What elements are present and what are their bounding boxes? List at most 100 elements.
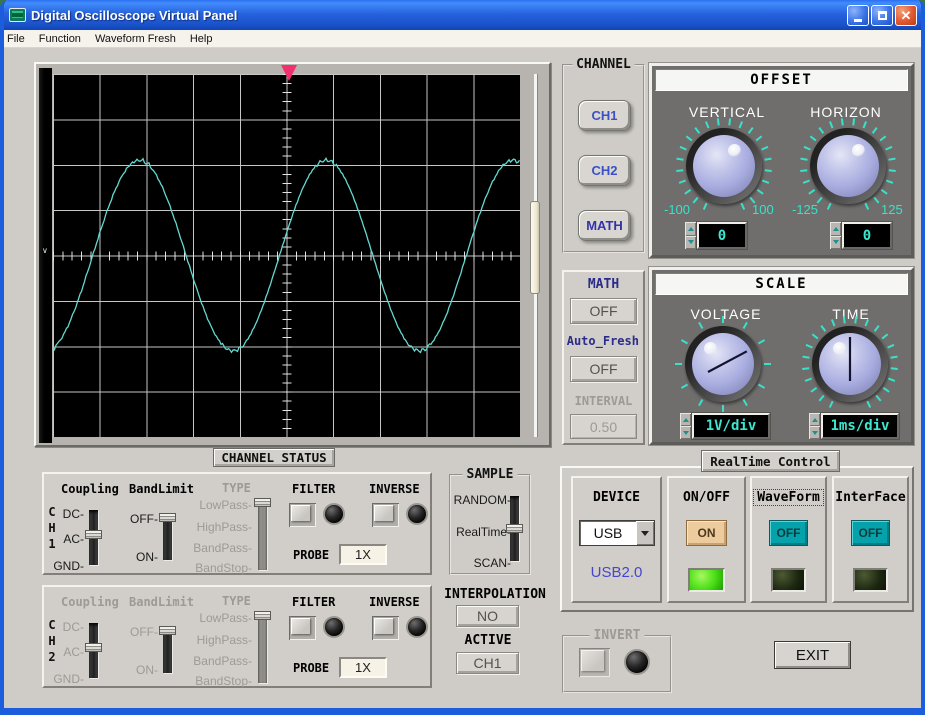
type-slider-track <box>258 613 267 683</box>
interface-led <box>853 568 888 592</box>
menu-file[interactable]: File <box>0 33 32 45</box>
spin-up-icon[interactable] <box>830 222 841 236</box>
highpass-label: HighPass- <box>197 633 252 647</box>
filter-label: FILTER <box>292 595 335 609</box>
math-off-button[interactable]: OFF <box>570 298 637 324</box>
probe-value[interactable]: 1X <box>339 544 387 565</box>
horizon-offset-knob[interactable] <box>798 116 898 216</box>
scope-left-scrollbar[interactable]: ∨ <box>39 68 52 443</box>
invert-led <box>626 651 648 673</box>
offset-panel: OFFSET VERTICAL HORIZON -100 100 -125 12… <box>649 63 914 258</box>
time-scale-knob[interactable] <box>800 314 900 414</box>
filter-led <box>325 505 343 523</box>
dropdown-arrow-button[interactable] <box>636 521 654 545</box>
active-label: ACTIVE <box>438 633 538 648</box>
sample-slider-thumb[interactable] <box>506 524 523 533</box>
auto-fresh-off-button[interactable]: OFF <box>570 356 637 382</box>
chevron-down-icon <box>641 531 649 536</box>
scope-scrollbar-thumb[interactable] <box>530 201 540 294</box>
spin-up-icon[interactable] <box>809 413 820 426</box>
voltage-scale-value: 1V/div <box>692 413 770 439</box>
vertical-offset-knob[interactable] <box>674 116 774 216</box>
spin-down-icon[interactable] <box>685 236 696 250</box>
active-value-button[interactable]: CH1 <box>456 652 519 674</box>
scale-panel: SCALE VOLTAGE TIME 1V/div 1ms/div <box>649 267 914 445</box>
horizon-min-label: -125 <box>792 202 818 217</box>
device-dropdown[interactable]: USB <box>579 520 655 546</box>
menu-waveform-fresh[interactable]: Waveform Fresh <box>88 33 183 45</box>
interval-value: 0.50 <box>570 414 637 439</box>
probe-value[interactable]: 1X <box>339 657 387 678</box>
minimize-button[interactable] <box>847 5 869 26</box>
type-label: TYPE <box>222 594 251 608</box>
horizon-max-label: 125 <box>881 202 903 217</box>
coupling-slider-thumb[interactable] <box>85 530 102 539</box>
spin-down-icon[interactable] <box>680 426 691 439</box>
bandlimit-slider-thumb[interactable] <box>159 513 176 522</box>
math-button[interactable]: MATH <box>578 210 631 241</box>
inverse-button[interactable] <box>372 503 399 527</box>
spin-down-icon[interactable] <box>809 426 820 439</box>
filter-button[interactable] <box>289 616 316 640</box>
maximize-button[interactable] <box>871 5 893 26</box>
time-spinner <box>809 413 820 439</box>
waveform-off-button[interactable]: OFF <box>769 520 808 546</box>
vertical-min-label: -100 <box>664 202 690 217</box>
interface-off-button[interactable]: OFF <box>851 520 890 546</box>
realtime-label: RealTime- <box>456 525 511 539</box>
interpolation-value-button[interactable]: NO <box>456 605 519 627</box>
power-led <box>688 568 725 592</box>
channel-group-title: CHANNEL <box>572 57 635 72</box>
filter-label: FILTER <box>292 482 335 496</box>
vertical-offset-spinner <box>685 222 696 249</box>
offset-title: OFFSET <box>655 69 908 91</box>
trigger-marker-icon[interactable] <box>281 65 297 81</box>
menu-function[interactable]: Function <box>32 33 88 45</box>
spin-up-icon[interactable] <box>685 222 696 236</box>
math-label: MATH <box>564 277 643 292</box>
channel-group: CHANNEL CH1 CH2 MATH <box>562 64 645 253</box>
sample-title: SAMPLE <box>463 467 518 482</box>
lowpass-label: LowPass- <box>199 498 252 512</box>
scope-display-frame: ∨ <box>34 62 551 447</box>
spin-up-icon[interactable] <box>680 413 691 426</box>
lowpass-label: LowPass- <box>199 611 252 625</box>
close-button[interactable]: ✕ <box>895 5 917 26</box>
power-on-button[interactable]: ON <box>686 520 727 546</box>
horizon-offset-spinner <box>830 222 841 249</box>
spin-down-icon[interactable] <box>830 236 841 250</box>
interface-box: InterFace OFF <box>832 476 909 603</box>
knob-sphere <box>692 333 754 395</box>
gnd-label: GND- <box>53 559 84 573</box>
vertical-max-label: 100 <box>752 202 774 217</box>
ch2-button[interactable]: CH2 <box>578 155 631 186</box>
scale-title: SCALE <box>655 273 908 295</box>
titlebar[interactable]: Digital Oscilloscope Virtual Panel ✕ <box>0 0 925 30</box>
random-label: RANDOM- <box>454 493 511 507</box>
type-label: TYPE <box>222 481 251 495</box>
bandstop-label: BandStop- <box>195 674 252 688</box>
ac-label: AC- <box>63 532 84 546</box>
knob-sphere <box>817 135 879 197</box>
type-slider-thumb <box>254 611 271 620</box>
bl-off-label: OFF- <box>130 625 158 639</box>
sample-group: SAMPLE RANDOM- RealTime- SCAN- <box>449 474 531 575</box>
waveform-led <box>771 568 806 592</box>
ch2-row-id: CH2 <box>46 617 58 665</box>
coupling-slider-thumb <box>85 643 102 652</box>
maximize-icon <box>878 11 887 20</box>
invert-button[interactable] <box>579 648 610 677</box>
filter-button[interactable] <box>289 503 316 527</box>
minimize-icon <box>854 19 862 22</box>
bandlimit-slider-thumb <box>159 626 176 635</box>
coupling-label: Coupling <box>61 482 119 496</box>
auto-fresh-label: Auto_Fresh <box>561 334 645 348</box>
inverse-button[interactable] <box>372 616 399 640</box>
menubar: File Function Waveform Fresh Help <box>0 30 925 48</box>
inverse-label: INVERSE <box>369 482 420 496</box>
knob-highlight <box>833 342 846 355</box>
menu-help[interactable]: Help <box>183 33 220 45</box>
exit-button[interactable]: EXIT <box>774 641 851 669</box>
ch1-button[interactable]: CH1 <box>578 100 631 131</box>
voltage-scale-knob[interactable] <box>673 314 773 414</box>
